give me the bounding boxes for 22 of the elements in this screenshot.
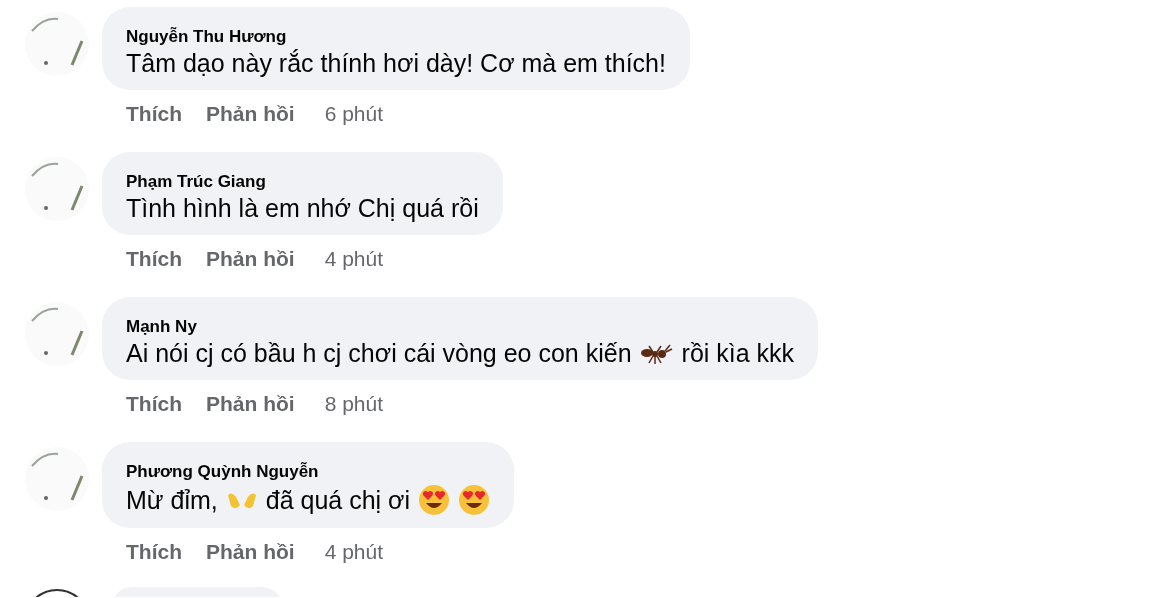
- comment-text: đã quá chị ơi: [265, 485, 410, 515]
- comment-text: Ai nói cj có bầu h cj chơi cái vòng eo con kiến: [126, 339, 632, 368]
- author-name[interactable]: Mạnh Ny: [126, 317, 795, 337]
- comment-text: Tâm dạo này rắc thính hơi dày! Cơ mà em thích!: [126, 49, 666, 78]
- author-name[interactable]: Phạm Trúc Giang: [126, 172, 479, 192]
- timestamp: 4 phút: [324, 247, 384, 271]
- like-link[interactable]: Thích: [126, 392, 182, 416]
- reply-link[interactable]: Phản hồi: [206, 247, 295, 271]
- like-link[interactable]: Thích: [126, 102, 182, 126]
- author-name[interactable]: Nguyễn Thu Hương: [126, 27, 666, 47]
- reply-link[interactable]: Phản hồi: [206, 392, 295, 416]
- timestamp: 6 phút: [324, 102, 384, 126]
- like-link[interactable]: Thích: [126, 540, 182, 564]
- like-link[interactable]: Thích: [126, 247, 182, 271]
- comment-text: rồi kìa kkk: [681, 339, 795, 368]
- timestamp: 8 phút: [324, 392, 384, 416]
- reply-link[interactable]: Phản hồi: [206, 540, 295, 564]
- comment-text: Tình hình là em nhớ Chị quá rồi: [126, 194, 479, 223]
- author-name[interactable]: Phương Quỳnh Nguyễn: [126, 462, 490, 482]
- timestamp: 4 phút: [324, 540, 384, 564]
- comment-text: Mừ đỉm,: [126, 485, 218, 515]
- reply-link[interactable]: Phản hồi: [206, 102, 295, 126]
